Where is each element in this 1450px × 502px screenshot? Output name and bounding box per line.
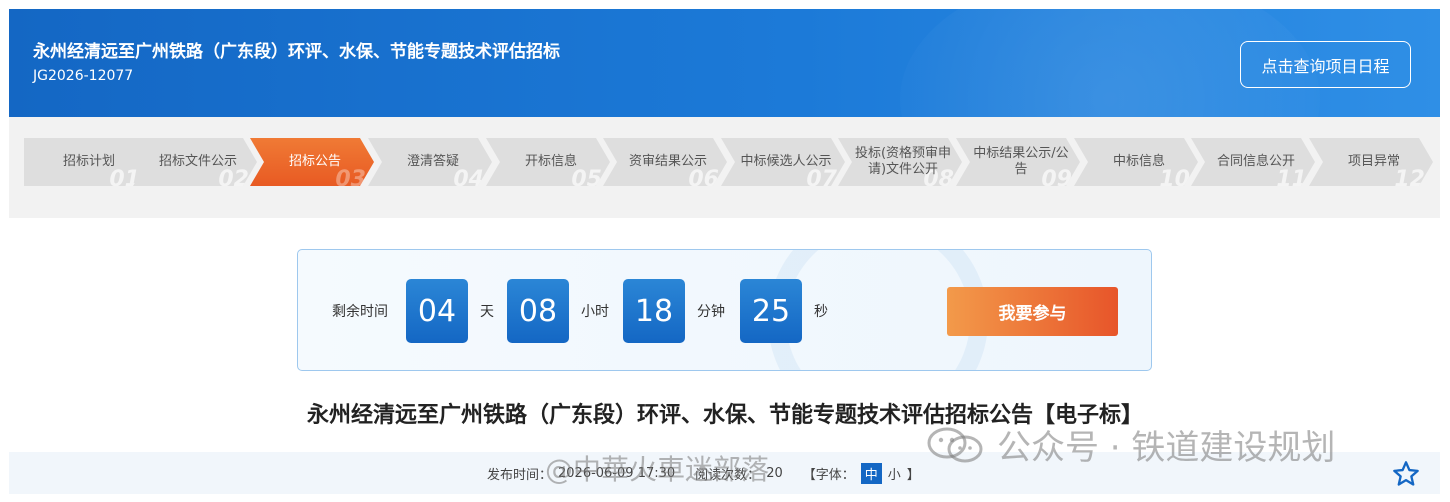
step-qualification-result[interactable]: 06 资审结果公示 [603, 138, 733, 186]
step-award-result[interactable]: 09 中标结果公示/公告 [956, 138, 1086, 186]
project-title: 永州经清远至广州铁路（广东段）环评、水保、节能专题技术评估招标 [33, 37, 560, 62]
project-header: 永州经清远至广州铁路（广东段）环评、水保、节能专题技术评估招标 JG2026-1… [9, 9, 1440, 117]
font-size-medium[interactable]: 中 [861, 463, 882, 484]
publish-label: 发布时间： [487, 464, 552, 483]
countdown-label: 剩余时间 [332, 250, 388, 371]
font-size-small[interactable]: 小 [888, 464, 901, 483]
project-code: JG2026-12077 [33, 68, 133, 84]
step-tender-announcement[interactable]: 03 招标公告 [250, 138, 380, 186]
wechat-icon [925, 425, 987, 465]
countdown-minutes: 18 [623, 279, 685, 343]
favorite-star-icon[interactable] [1392, 460, 1420, 488]
step-bid-opening[interactable]: 05 开标信息 [486, 138, 616, 186]
countdown-hours: 08 [507, 279, 569, 343]
minutes-unit: 分钟 [697, 250, 725, 371]
join-button[interactable]: 我要参与 [947, 287, 1118, 336]
step-clarification[interactable]: 04 澄清答疑 [368, 138, 498, 186]
step-label: 资审结果公示 [619, 138, 717, 186]
step-award-info[interactable]: 10 中标信息 [1074, 138, 1204, 186]
countdown-panel: 剩余时间 04 天 08 小时 18 分钟 25 秒 我要参与 [297, 249, 1152, 371]
step-label: 招标计划 [40, 138, 138, 186]
step-label: 中标候选人公示 [737, 138, 835, 186]
days-unit: 天 [480, 250, 494, 371]
process-steps: 01 招标计划 02 招标文件公示 03 招标公告 04 澄清答疑 05 开标信… [24, 138, 1434, 186]
watermark-right: 公众号 · 铁道建设规划 [925, 420, 1335, 469]
step-label: 招标文件公示 [149, 138, 247, 186]
step-label: 中标信息 [1090, 138, 1188, 186]
step-bid-documents-public[interactable]: 08 投标(资格预审申请)文件公开 [838, 138, 968, 186]
watermark-right-text: 公众号 · 铁道建设规划 [997, 420, 1335, 469]
step-plan[interactable]: 01 招标计划 [24, 138, 154, 186]
step-contract-info[interactable]: 11 合同信息公开 [1191, 138, 1321, 186]
font-size-label: 【字体： [803, 464, 855, 483]
countdown-days: 04 [406, 279, 468, 343]
step-label: 中标结果公示/公告 [972, 138, 1070, 186]
step-label: 澄清答疑 [384, 138, 482, 186]
hours-unit: 小时 [581, 250, 609, 371]
watermark-left: @中華火車迷部落 [545, 448, 769, 488]
step-label: 开标信息 [502, 138, 600, 186]
step-project-exception[interactable]: 12 项目异常 [1309, 138, 1434, 186]
step-label: 投标(资格预审申请)文件公开 [854, 138, 952, 186]
step-candidate-notice[interactable]: 07 中标候选人公示 [721, 138, 851, 186]
seconds-unit: 秒 [814, 250, 828, 371]
step-label: 合同信息公开 [1207, 138, 1305, 186]
countdown-seconds: 25 [740, 279, 802, 343]
schedule-button[interactable]: 点击查询项目日程 [1240, 41, 1411, 88]
step-document-notice[interactable]: 02 招标文件公示 [133, 138, 263, 186]
step-label: 招标公告 [266, 138, 364, 186]
font-size-close: 】 [907, 464, 920, 483]
step-label: 项目异常 [1325, 138, 1423, 186]
